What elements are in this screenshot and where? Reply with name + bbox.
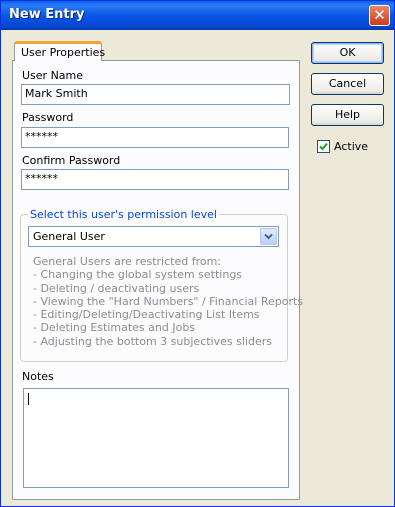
restriction-line: - Adjusting the bottom 3 subjectives sli…: [33, 334, 272, 348]
new-entry-dialog: New Entry ✕ User Properties User Name Ma…: [0, 0, 395, 507]
cancel-button[interactable]: Cancel: [311, 73, 384, 95]
notes-textarea[interactable]: [23, 388, 289, 488]
close-icon: ✕: [373, 6, 386, 24]
window-title: New Entry: [9, 7, 85, 22]
help-button[interactable]: Help: [311, 104, 384, 126]
dialog-body: User Properties User Name Mark Smith Pas…: [1, 30, 394, 506]
restriction-line: - Deleting / deactivating users: [33, 281, 200, 295]
active-label[interactable]: Active: [334, 140, 368, 153]
restriction-line: - Viewing the "Hard Numbers" / Financial…: [33, 294, 304, 308]
checkmark-icon: [319, 142, 328, 151]
tab-user-properties[interactable]: User Properties: [14, 41, 106, 61]
restriction-line: - Editing/Deleting/Deactivating List Ite…: [33, 308, 260, 322]
restriction-line: - Deleting Estimates and Jobs: [33, 321, 196, 335]
restriction-line: General Users are restricted from:: [33, 255, 222, 268]
close-button[interactable]: ✕: [369, 5, 390, 26]
restriction-description: General Users are restricted from: - Cha…: [33, 255, 303, 348]
chevron-down-icon: [264, 233, 273, 240]
ok-button[interactable]: OK: [311, 42, 384, 64]
confirm-password-label: Confirm Password: [22, 154, 121, 167]
restriction-line: - Changing the global system settings: [33, 268, 243, 282]
permission-group-label: Select this user's permission level: [28, 208, 219, 221]
user-name-label: User Name: [22, 69, 84, 82]
text-caret: [28, 393, 29, 405]
notes-label: Notes: [22, 370, 54, 383]
confirm-password-field[interactable]: ******: [21, 169, 289, 190]
tab-label: User Properties: [21, 46, 106, 59]
password-field[interactable]: ******: [21, 127, 289, 148]
user-name-field[interactable]: Mark Smith: [21, 84, 290, 105]
dropdown-button[interactable]: [260, 228, 277, 245]
permission-selected-value: General User: [33, 230, 105, 243]
password-label: Password: [22, 111, 74, 124]
permission-level-select[interactable]: General User: [28, 226, 279, 247]
active-checkbox[interactable]: [317, 140, 330, 153]
title-bar[interactable]: New Entry ✕: [1, 1, 394, 30]
